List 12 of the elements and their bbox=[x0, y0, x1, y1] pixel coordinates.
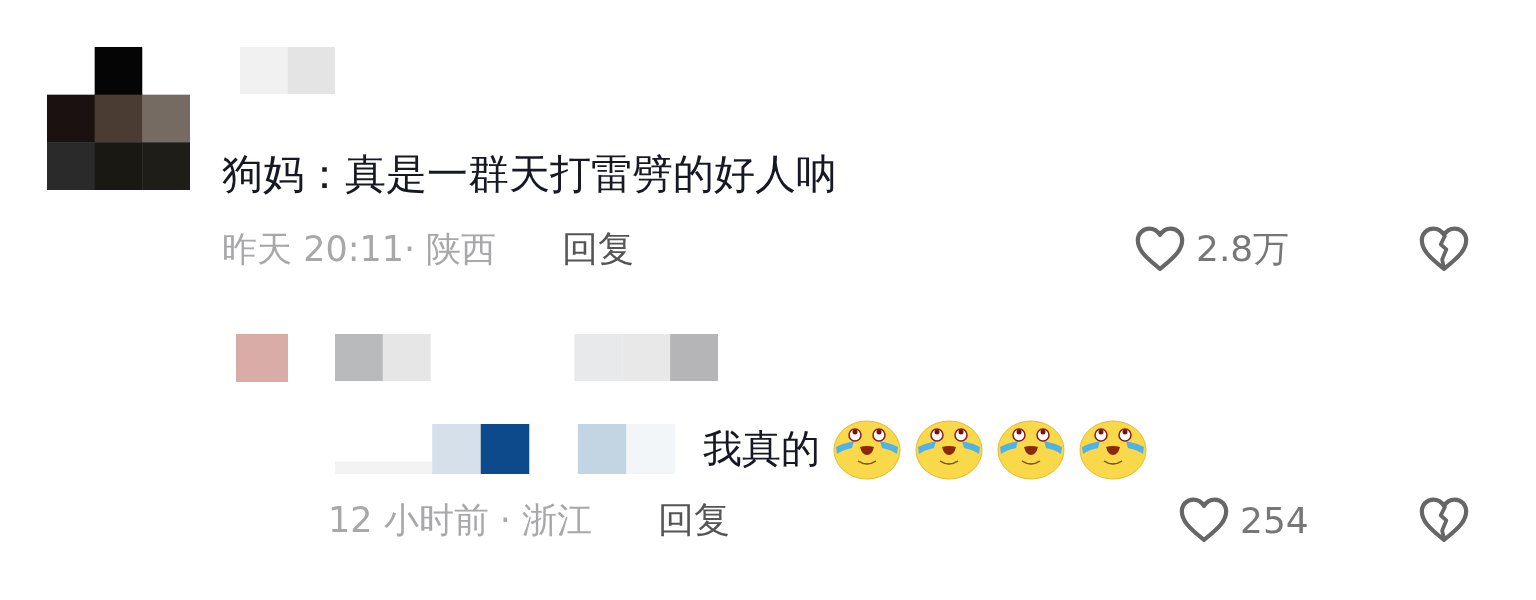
crying-laughing-emoji-icon bbox=[1078, 417, 1148, 481]
crying-laughing-emoji-icon bbox=[996, 417, 1066, 481]
like-count: 254 bbox=[1240, 499, 1309, 541]
timestamp-location: 12 小时前 · 浙江 bbox=[328, 498, 593, 542]
reply-link[interactable]: 回复 bbox=[658, 495, 731, 545]
comment-text: 狗妈：真是一群天打雷劈的好人呐 bbox=[222, 149, 838, 200]
reply-text: 我真的 bbox=[703, 425, 820, 473]
crying-laughing-emoji-icon bbox=[832, 417, 902, 481]
timestamp-location: 昨天 20:11· 陕西 bbox=[222, 227, 497, 271]
crying-laughing-emoji-icon bbox=[914, 417, 984, 481]
like-count: 2.8万 bbox=[1196, 226, 1290, 271]
reply-link[interactable]: 回复 bbox=[562, 224, 635, 274]
